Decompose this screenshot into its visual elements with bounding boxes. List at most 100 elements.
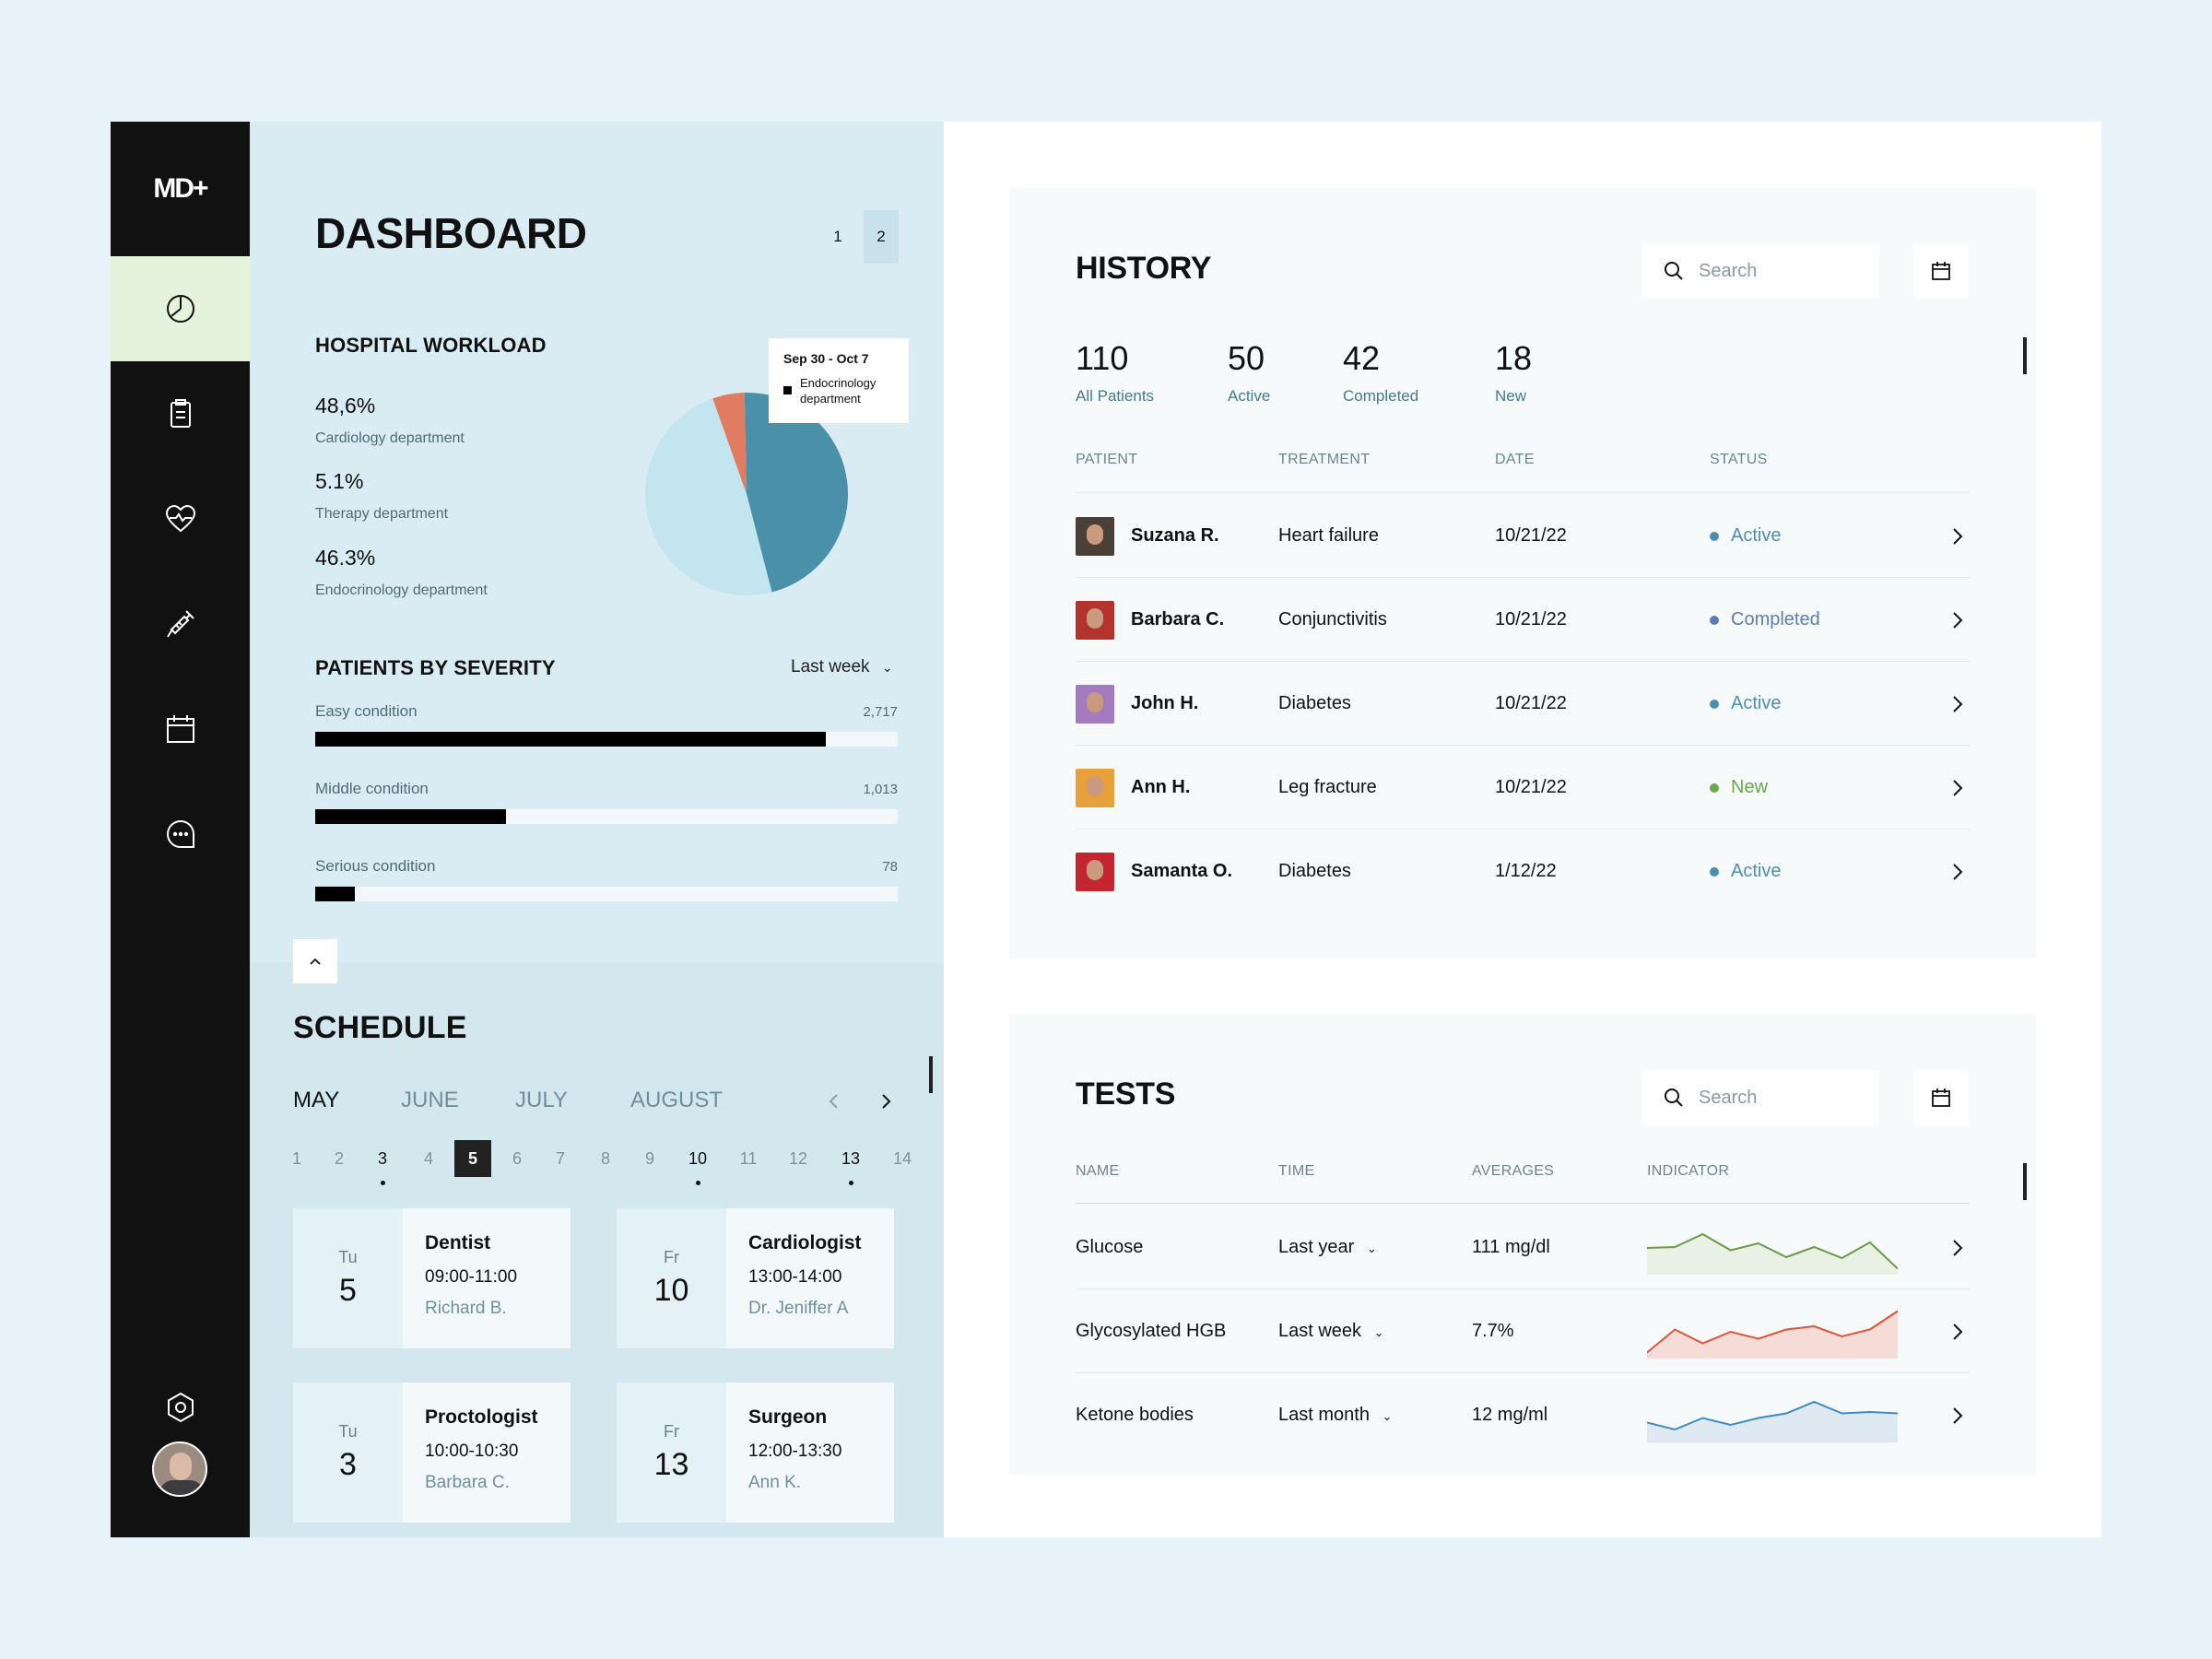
pie-chart-icon [166, 295, 194, 323]
appointment-day: 13 [653, 1447, 689, 1482]
schedule-scrollbar[interactable] [929, 1056, 933, 1093]
chevron-right-icon[interactable] [1947, 778, 1968, 798]
appointment-card[interactable]: Tu 3 Proctologist 10:00-10:30 Barbara C. [293, 1382, 571, 1523]
test-period-dropdown[interactable]: Last year ⌄ [1278, 1237, 1377, 1258]
calendar-day[interactable]: 7 [542, 1140, 579, 1177]
patient-name: Barbara C. [1131, 609, 1225, 629]
tests-calendar-button[interactable] [1913, 1070, 1969, 1125]
calendar-day[interactable]: 11 [730, 1140, 767, 1177]
chevron-right-icon[interactable] [1947, 1238, 1968, 1258]
test-period-value: Last month [1278, 1405, 1370, 1425]
search-icon [1665, 1088, 1683, 1107]
severity-middle-bar [315, 809, 898, 824]
test-average: 111 mg/dl [1472, 1237, 1550, 1257]
page-1-button[interactable]: 1 [820, 210, 855, 264]
test-period-dropdown[interactable]: Last month ⌄ [1278, 1405, 1392, 1426]
chevron-right-icon[interactable] [1947, 1406, 1968, 1426]
next-month-icon[interactable] [876, 1091, 896, 1116]
table-row[interactable]: John H. Diabetes 10/21/22 Active [1076, 662, 1970, 746]
nav-records[interactable] [111, 361, 250, 466]
tests-scrollbar[interactable] [2023, 1163, 2027, 1200]
history-calendar-button[interactable] [1913, 243, 1969, 299]
nav-health[interactable] [111, 466, 250, 571]
history-stat-completed-label[interactable]: Completed [1343, 387, 1418, 406]
treatment: Conjunctivitis [1278, 609, 1387, 629]
stat-endocrinology-value: 46.3% [315, 546, 376, 570]
calendar-day[interactable]: 13 [832, 1140, 869, 1177]
severity-period-value: Last week [791, 657, 870, 677]
column-header-time[interactable]: TIME [1278, 1163, 1314, 1180]
month-june[interactable]: JUNE [401, 1088, 459, 1113]
tests-header-divider [1076, 1203, 1970, 1204]
nav-dashboard[interactable] [111, 256, 250, 361]
profile-avatar[interactable] [152, 1441, 207, 1497]
appointment-time: 09:00-11:00 [425, 1267, 518, 1287]
chevron-right-icon[interactable] [1947, 862, 1968, 882]
column-header-status[interactable]: STATUS [1710, 452, 1768, 468]
chevron-right-icon[interactable] [1947, 610, 1968, 630]
appointment-title: Dentist [425, 1232, 491, 1253]
severity-serious-value: 78 [882, 859, 898, 875]
table-row[interactable]: Ann H. Leg fracture 10/21/22 New [1076, 746, 1970, 830]
chevron-right-icon[interactable] [1947, 1322, 1968, 1342]
patient-avatar [1076, 852, 1114, 891]
calendar-day[interactable]: 12 [780, 1140, 817, 1177]
table-row[interactable]: Barbara C. Conjunctivitis 10/21/22 Compl… [1076, 578, 1970, 662]
nav-messages[interactable] [111, 782, 250, 887]
avatar-face [1087, 691, 1103, 712]
appointment-date: Fr 13 [617, 1382, 726, 1523]
severity-period-dropdown[interactable]: Last week ⌄ [791, 657, 893, 677]
calendar-day[interactable]: 8 [587, 1140, 624, 1177]
table-row[interactable]: Glycosylated HGB Last week ⌄ 7.7% [1076, 1289, 1970, 1373]
calendar-day[interactable]: 5 [454, 1140, 491, 1177]
table-row[interactable]: Glucose Last year ⌄ 111 mg/dl [1076, 1206, 1970, 1289]
month-may[interactable]: MAY [293, 1088, 339, 1113]
column-header-treatment[interactable]: TREATMENT [1278, 452, 1370, 468]
history-stat-new-label[interactable]: New [1495, 387, 1526, 406]
calendar-day[interactable]: 9 [631, 1140, 668, 1177]
search-placeholder: Search [1699, 260, 1758, 281]
calendar-day[interactable]: 10 [679, 1140, 716, 1177]
history-stat-all-label[interactable]: All Patients [1076, 387, 1154, 406]
page-2-button[interactable]: 2 [864, 210, 899, 264]
month-august[interactable]: AUGUST [630, 1088, 723, 1113]
test-period-dropdown[interactable]: Last week ⌄ [1278, 1321, 1384, 1342]
history-scrollbar[interactable] [2023, 337, 2027, 374]
table-row[interactable]: Suzana R. Heart failure 10/21/22 Active [1076, 494, 1970, 578]
avatar-face [1087, 607, 1103, 629]
calendar-day[interactable]: 4 [410, 1140, 447, 1177]
status-badge: Active [1731, 693, 1782, 713]
appointment-card[interactable]: Tu 5 Dentist 09:00-11:00 Richard B. [293, 1208, 571, 1348]
appointment-card[interactable]: Fr 13 Surgeon 12:00-13:30 Ann K. [617, 1382, 894, 1523]
column-header-patient[interactable]: PATIENT [1076, 452, 1137, 468]
nav-calendar[interactable] [111, 677, 250, 782]
calendar-day[interactable]: 3 [364, 1140, 401, 1177]
history-stat-active-label[interactable]: Active [1228, 387, 1270, 406]
column-header-name[interactable]: NAME [1076, 1163, 1119, 1180]
table-row[interactable]: Ketone bodies Last month ⌄ 12 mg/ml [1076, 1373, 1970, 1457]
tests-search-input[interactable]: Search [1641, 1070, 1879, 1125]
prev-month-icon[interactable] [824, 1091, 844, 1116]
chevron-right-icon[interactable] [1947, 526, 1968, 547]
status-badge: Active [1731, 525, 1782, 546]
collapse-button[interactable] [293, 939, 337, 983]
calendar-day[interactable]: 1 [278, 1140, 315, 1177]
appointment-card[interactable]: Fr 10 Cardiologist 13:00-14:00 Dr. Jenif… [617, 1208, 894, 1348]
month-july[interactable]: JULY [515, 1088, 568, 1113]
history-search-input[interactable]: Search [1641, 243, 1879, 299]
patient-avatar [1076, 516, 1114, 556]
event-dot [696, 1181, 700, 1185]
calendar-day[interactable]: 2 [321, 1140, 358, 1177]
chevron-right-icon[interactable] [1947, 694, 1968, 714]
nav-vaccines[interactable] [111, 571, 250, 677]
table-row[interactable]: Samanta O. Diabetes 1/12/22 Active [1076, 830, 1970, 913]
calendar-day[interactable]: 14 [884, 1140, 921, 1177]
column-header-indicator[interactable]: INDICATOR [1647, 1163, 1729, 1180]
chevron-up-icon [310, 958, 321, 965]
treatment: Diabetes [1278, 861, 1351, 881]
column-header-averages[interactable]: AVERAGES [1472, 1163, 1554, 1180]
event-dot [849, 1181, 853, 1185]
column-header-date[interactable]: DATE [1495, 452, 1535, 468]
brand-logo[interactable]: MD+ [111, 122, 250, 256]
calendar-day[interactable]: 6 [499, 1140, 535, 1177]
